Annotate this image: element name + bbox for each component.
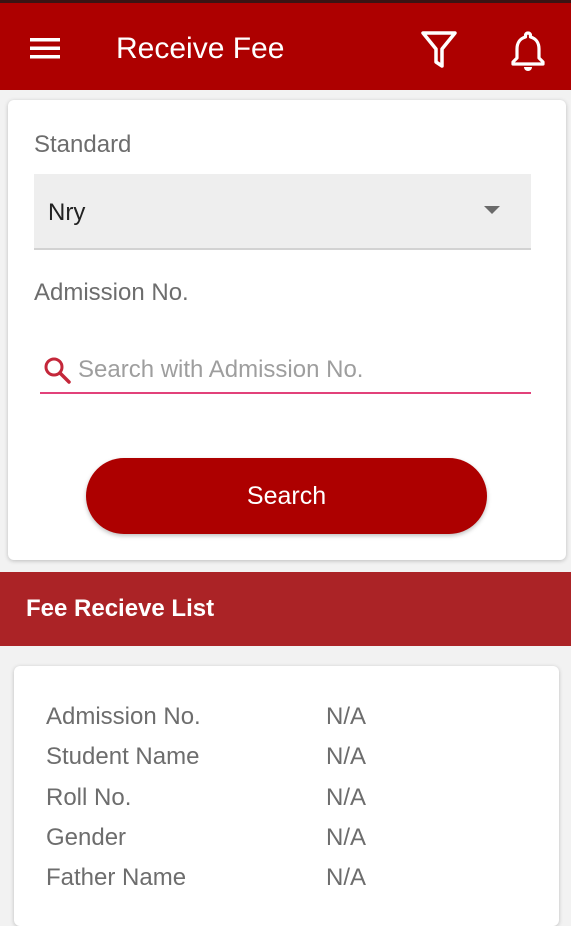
admission-search-field [40,350,531,394]
detail-value: N/A [326,864,367,891]
detail-row: Admission No. N/A [46,700,546,734]
detail-label: Student Name [46,743,200,770]
detail-label: Admission No. [46,703,201,730]
detail-row: Student Name N/A [46,740,546,774]
fee-list-title: Fee Recieve List [26,595,215,622]
detail-value: N/A [326,784,367,811]
search-button[interactable]: Search [86,458,487,534]
chevron-down-icon [484,206,500,214]
admission-label: Admission No. [34,279,189,306]
standard-select[interactable]: Nry [34,174,531,250]
standard-select-value: Nry [48,199,86,226]
filter-icon[interactable] [420,30,458,70]
detail-label: Father Name [46,864,187,891]
standard-label: Standard [34,131,132,158]
search-form-card: Standard Nry Admission No. Search [8,100,566,560]
page-title: Receive Fee [116,32,285,65]
bell-icon[interactable] [508,30,548,72]
app-bar: Receive Fee [0,0,571,90]
admission-search-input[interactable] [78,350,518,390]
detail-label: Roll No. [46,784,132,811]
menu-icon[interactable] [28,33,62,63]
fee-record-card: Admission No. N/A Student Name N/A Roll … [14,666,559,926]
detail-value: N/A [326,743,367,770]
detail-row: Gender N/A [46,821,546,855]
detail-row: Father Name N/A [46,861,546,895]
detail-value: N/A [326,824,367,851]
search-icon [42,355,74,387]
detail-row: Roll No. N/A [46,781,546,815]
detail-label: Gender [46,824,127,851]
fee-list-header: Fee Recieve List [0,572,571,646]
detail-value: N/A [326,703,367,730]
